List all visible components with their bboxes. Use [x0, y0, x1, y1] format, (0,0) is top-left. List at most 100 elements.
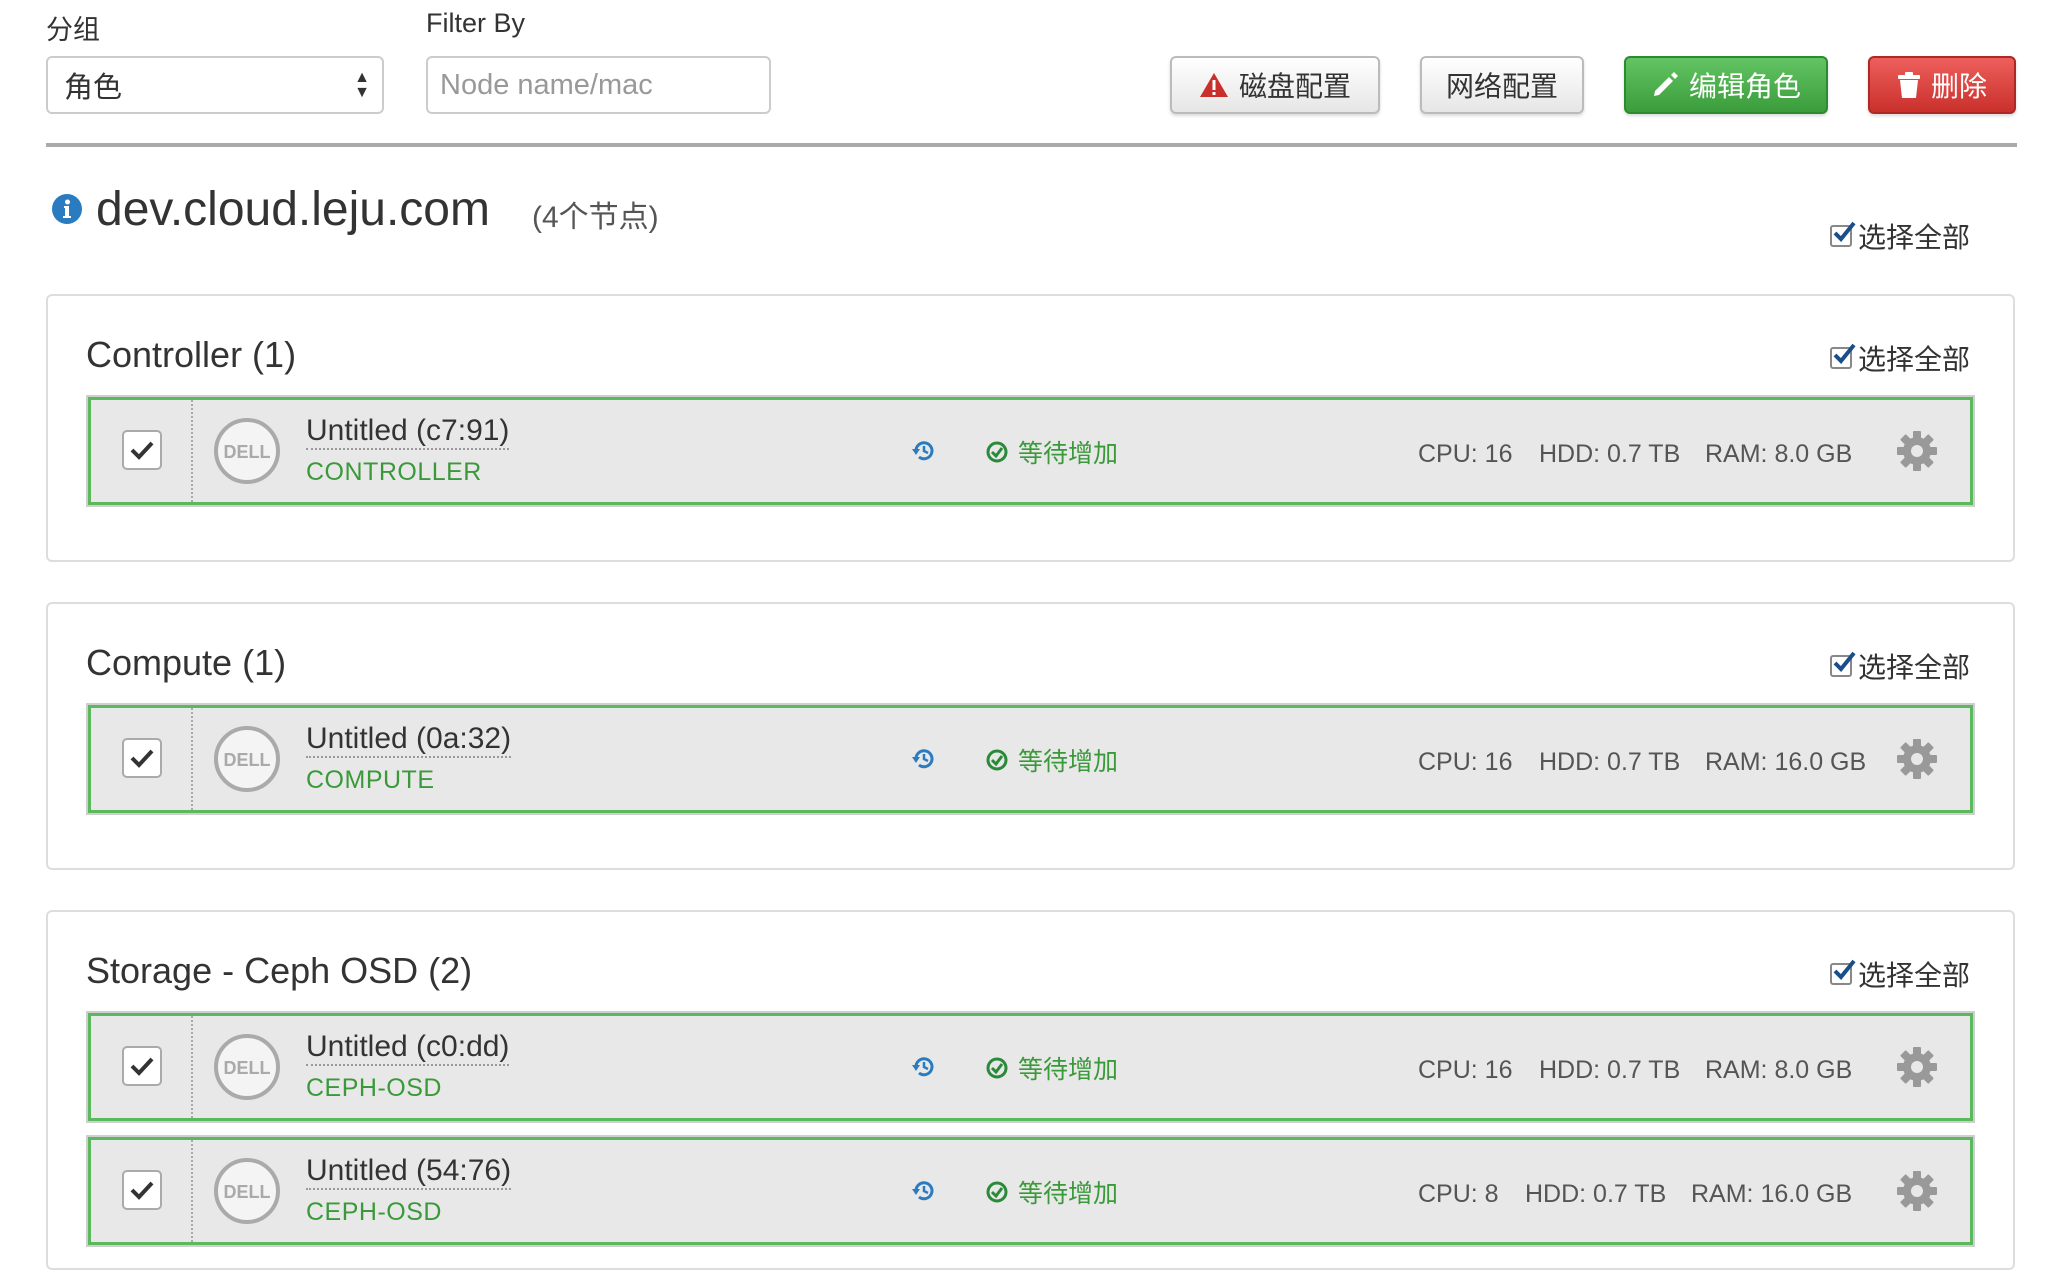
filter-input[interactable] [426, 56, 771, 114]
node-status-label: 等待增加 [1018, 1056, 1119, 1084]
checkmark-icon [1833, 651, 1856, 672]
group-by-select[interactable]: 角色 ▲ ▼ [46, 56, 384, 114]
group-select-all-label: 选择全部 [1858, 652, 1971, 683]
node-checkbox[interactable] [122, 430, 162, 470]
group-title-ceph-osd: Storage - Ceph OSD (2) [86, 950, 473, 991]
node-row[interactable]: DELL Untitled (0a:32) COMPUTE 等待增加 CPU: … [86, 703, 1975, 815]
node-checkbox[interactable] [122, 1170, 162, 1210]
check-circle-icon [986, 749, 1008, 771]
warning-icon [1199, 73, 1228, 97]
check-circle-icon [986, 1181, 1008, 1203]
checkmark-icon [1833, 959, 1856, 980]
history-icon[interactable] [911, 1054, 937, 1080]
delete-label: 删除 [1930, 71, 1987, 102]
svg-text:DELL: DELL [224, 750, 271, 770]
node-name[interactable]: Untitled (54:76) [306, 1154, 512, 1190]
gear-icon[interactable] [1896, 1170, 1938, 1212]
dell-logo-icon: DELL [214, 418, 280, 484]
cluster-name: dev.cloud.leju.com [96, 183, 490, 236]
checkmark-icon [130, 1057, 154, 1076]
select-arrows-icon: ▲ ▼ [354, 69, 370, 101]
group-select-all-checkbox[interactable] [1830, 651, 1856, 677]
cluster-node-count: (4个节点) [532, 201, 659, 234]
row-divider [191, 400, 193, 502]
node-status-label: 等待增加 [1018, 440, 1119, 468]
svg-text:DELL: DELL [224, 1182, 271, 1202]
group-select-all-compute[interactable]: 选择全部 [1830, 646, 1970, 686]
checkmark-icon [1833, 343, 1856, 364]
node-status-label: 等待增加 [1018, 1180, 1119, 1208]
group-select-all-label: 选择全部 [1858, 344, 1971, 375]
gear-icon[interactable] [1896, 738, 1938, 780]
checkmark-icon [130, 1181, 154, 1200]
network-config-button[interactable]: 网络配置 [1420, 56, 1584, 114]
row-divider [191, 708, 193, 810]
node-role: CONTROLLER [306, 458, 482, 486]
check-circle-icon [986, 441, 1008, 463]
group-select-all-label: 选择全部 [1858, 960, 1971, 991]
node-status: 等待增加 [986, 742, 1118, 778]
node-checkbox[interactable] [122, 1046, 162, 1086]
dell-logo-icon: DELL [214, 1034, 280, 1100]
node-row[interactable]: DELL Untitled (c7:91) CONTROLLER 等待增加 CP… [86, 395, 1975, 507]
trash-icon [1897, 72, 1920, 98]
node-row[interactable]: DELL Untitled (54:76) CEPH-OSD 等待增加 CPU:… [86, 1135, 1975, 1247]
node-role: CEPH-OSD [306, 1074, 442, 1102]
node-checkbox[interactable] [122, 738, 162, 778]
node-name[interactable]: Untitled (c7:91) [306, 414, 510, 450]
node-cpu: CPU: 16 [1418, 1056, 1513, 1084]
node-hdd: HDD: 0.7 TB [1539, 440, 1681, 468]
gear-icon[interactable] [1896, 1046, 1938, 1088]
svg-text:DELL: DELL [224, 442, 271, 462]
group-title-controller: Controller (1) [86, 334, 297, 375]
group-title-compute: Compute (1) [86, 642, 287, 683]
history-icon[interactable] [911, 746, 937, 772]
node-name[interactable]: Untitled (0a:32) [306, 722, 512, 758]
group-select-all-checkbox[interactable] [1830, 343, 1856, 369]
history-icon[interactable] [911, 1178, 937, 1204]
node-ram: RAM: 16.0 GB [1691, 1180, 1853, 1208]
cluster-select-all-checkbox[interactable] [1830, 221, 1856, 247]
node-status: 等待增加 [986, 1050, 1118, 1086]
group-by-value: 角色 [64, 72, 123, 104]
node-status: 等待增加 [986, 434, 1118, 470]
checkmark-icon [1833, 221, 1856, 242]
node-hdd: HDD: 0.7 TB [1539, 1056, 1681, 1084]
network-config-label: 网络配置 [1445, 71, 1558, 102]
node-name[interactable]: Untitled (c0:dd) [306, 1030, 510, 1066]
history-icon[interactable] [911, 438, 937, 464]
disk-config-button[interactable]: 磁盘配置 [1170, 56, 1380, 114]
disk-config-label: 磁盘配置 [1238, 71, 1351, 102]
node-cpu: CPU: 8 [1418, 1180, 1499, 1208]
dell-logo-icon: DELL [214, 726, 280, 792]
dell-logo-icon: DELL [214, 1158, 280, 1224]
node-status: 等待增加 [986, 1174, 1118, 1210]
group-select-all-checkbox[interactable] [1830, 959, 1856, 985]
node-role: CEPH-OSD [306, 1198, 442, 1226]
check-circle-icon [986, 1057, 1008, 1079]
node-ram: RAM: 16.0 GB [1705, 748, 1867, 776]
row-divider [191, 1016, 193, 1118]
node-status-label: 等待增加 [1018, 748, 1119, 776]
node-hdd: HDD: 0.7 TB [1525, 1180, 1667, 1208]
pencil-icon [1653, 72, 1678, 96]
info-icon[interactable] [52, 194, 82, 224]
node-row[interactable]: DELL Untitled (c0:dd) CEPH-OSD 等待增加 CPU:… [86, 1011, 1975, 1123]
group-by-label: 分组 [46, 15, 100, 45]
node-cpu: CPU: 16 [1418, 748, 1513, 776]
node-role: COMPUTE [306, 766, 435, 794]
node-hdd: HDD: 0.7 TB [1539, 748, 1681, 776]
edit-roles-button[interactable]: 编辑角色 [1624, 56, 1828, 114]
toolbar-divider [46, 143, 2017, 147]
node-ram: RAM: 8.0 GB [1705, 1056, 1853, 1084]
group-select-all-ceph-osd[interactable]: 选择全部 [1830, 954, 1970, 994]
checkmark-icon [130, 749, 154, 768]
cluster-select-all-label: 选择全部 [1858, 222, 1971, 253]
node-ram: RAM: 8.0 GB [1705, 440, 1853, 468]
gear-icon[interactable] [1896, 430, 1938, 472]
row-divider [191, 1140, 193, 1242]
group-select-all-controller[interactable]: 选择全部 [1830, 338, 1970, 378]
cluster-select-all[interactable]: 选择全部 [1830, 216, 1970, 256]
edit-roles-label: 编辑角色 [1688, 71, 1801, 102]
delete-button[interactable]: 删除 [1868, 56, 2016, 114]
